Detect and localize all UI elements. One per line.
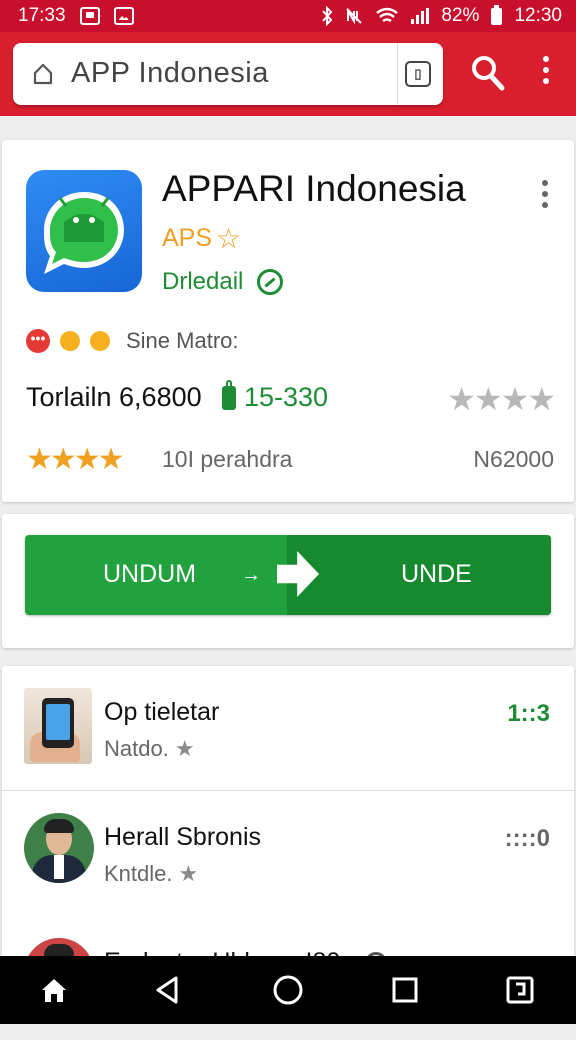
recents-icon[interactable] [387,972,423,1008]
search-box[interactable]: APP Indonesia ▯ [13,43,443,105]
install-card: UNDUM → UNDE [2,514,574,648]
house-icon [33,63,53,85]
toolbar: APP Indonesia ▯ [0,32,576,116]
app-icon[interactable] [26,170,142,292]
badge-label: Sine Matro: [126,328,239,353]
list-item[interactable]: Op tieletar Natdo. ★ 1::3 [2,666,574,791]
arrow-small-icon: → [241,564,261,586]
rating-right-value: N62000 [473,446,554,472]
phone-thumbnail [24,688,92,764]
related-list: Op tieletar Natdo. ★ 1::3 Herall Sbronis… [2,666,574,1008]
install-button[interactable]: UNDUM → UNDE [25,535,551,615]
list-item-meta: ::::0 [504,825,550,852]
status-time-right: 12:30 [514,5,562,26]
navigation-bar [0,956,576,1024]
tab-icon[interactable]: ▯ [405,61,431,87]
rating-stars-icon: ★★★★ [26,443,125,476]
list-item[interactable]: Herall Sbronis Kntdle. ★ ::::0 [2,791,574,915]
back-icon[interactable] [150,972,186,1008]
status-bar: 17:33 82% 12:30 [0,0,576,32]
app-developer-label: Drledail [162,268,244,295]
battery-icon [491,4,503,25]
red-dot-icon: ••• [26,329,50,353]
downloads-value: 15-330 [244,382,329,412]
search-divider [397,43,398,105]
notification-icon [79,7,100,25]
home-icon[interactable] [36,972,72,1008]
yellow-dot-icon [60,331,80,351]
signal-icon [411,8,430,24]
install-left-label: UNDUM [103,560,197,588]
app-developer[interactable]: Drledail [162,268,284,296]
list-item-meta: 1::3 [507,700,550,727]
grey-stars-icon: ★★★★ [447,381,556,417]
badges-row: ••• Sine Matro: [26,328,239,354]
overview-icon[interactable] [502,972,538,1008]
avatar [24,813,94,883]
list-item-title: Herall Sbronis [104,823,262,851]
list-item-title: Op tieletar [104,698,220,726]
battery-percent: 82% [441,5,480,26]
install-right-label: UNDE [401,560,472,588]
search-text[interactable]: APP Indonesia [71,57,269,90]
yellow-dot-icon [90,331,110,351]
list-item-subtitle: Natdo. ★ [104,736,195,762]
more-icon[interactable] [536,56,556,94]
total-count: Torlailn 6,6800 [26,382,202,412]
status-left: 17:33 [18,5,134,27]
circle-home-icon[interactable] [270,972,306,1008]
status-time-left: 17:33 [18,5,66,26]
chat-bubble-icon [44,192,124,274]
app-category-label: APS [162,224,213,252]
wifi-icon [376,7,399,23]
list-item-subtitle-text: Kntdle. [104,861,173,886]
app-category[interactable]: APS ☆ [162,222,241,255]
star-icon: ★ [174,736,195,761]
verified-icon [257,269,284,295]
list-item-subtitle: Kntdle. ★ [104,861,198,887]
stats-row: Torlailn 6,6800 15-330 ★★★★ [26,379,556,418]
app-title: APPARI Indonesia [162,168,466,209]
list-item-subtitle-text: Natdo. [104,736,169,761]
bluetooth-icon [322,6,333,26]
lock-icon [222,379,236,410]
mute-icon [346,7,363,25]
star-icon: ★ [178,861,199,886]
image-notification-icon [113,7,134,25]
card-more-icon[interactable] [539,180,551,213]
rating-row: ★★★★ 10I perahdra N62000 [26,443,554,482]
downloads-stat: 15-330 [222,379,329,413]
star-icon: ☆ [216,223,242,254]
rating-count: 10I perahdra [162,446,293,472]
app-card: APPARI Indonesia APS ☆ Drledail ••• Sine… [2,140,574,502]
status-right: 82% 12:30 [321,4,562,27]
search-icon[interactable] [470,54,506,94]
